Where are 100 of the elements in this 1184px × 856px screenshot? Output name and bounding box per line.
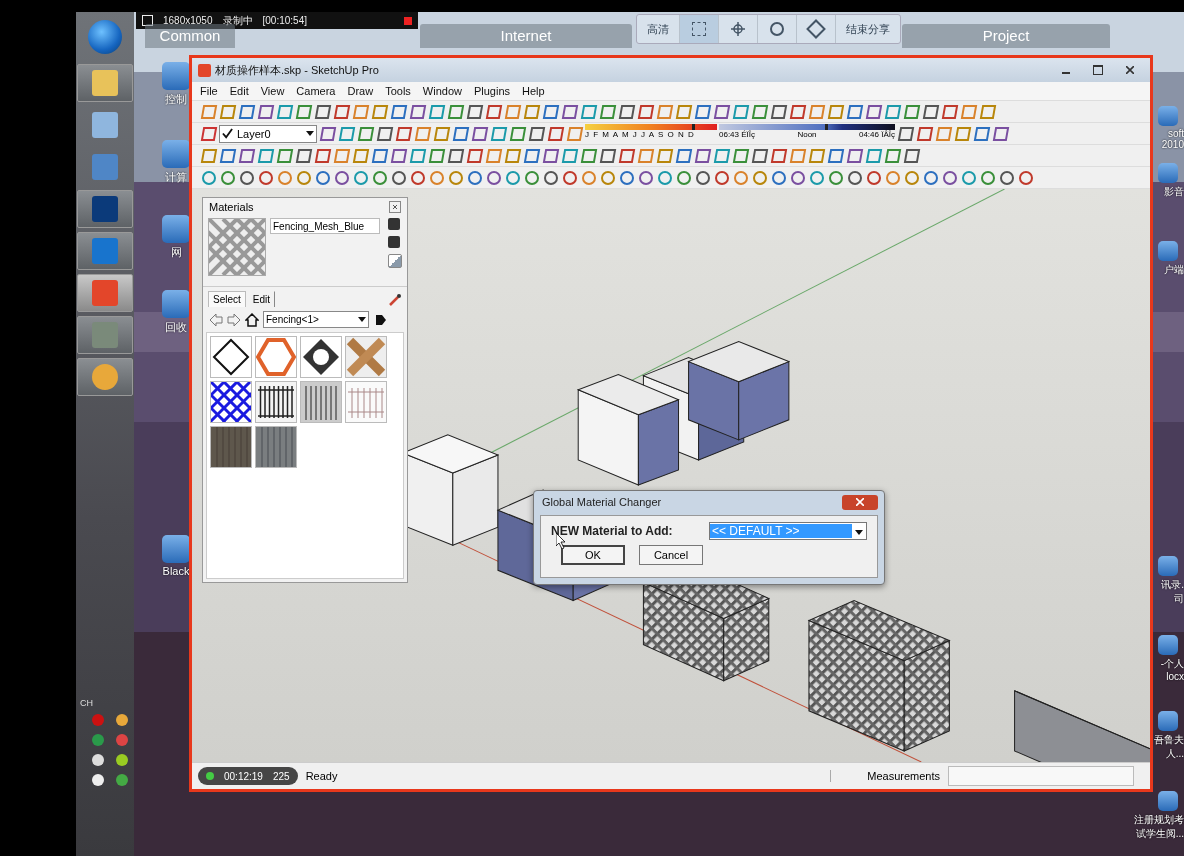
- menu-item[interactable]: Window: [422, 85, 462, 97]
- stop-icon[interactable]: [404, 16, 412, 25]
- tool-icon[interactable]: [447, 147, 464, 164]
- tool-icon[interactable]: [713, 169, 730, 186]
- tool-icon[interactable]: [466, 103, 483, 120]
- panel-tab[interactable]: Select: [208, 291, 246, 307]
- material-swatch[interactable]: [210, 381, 252, 423]
- desktop-icon-label[interactable]: 吾鲁夫: [1154, 733, 1184, 747]
- tool-icon[interactable]: [979, 103, 996, 120]
- menu-item[interactable]: Camera: [296, 85, 336, 97]
- tool-icon[interactable]: [466, 147, 483, 164]
- tool-icon[interactable]: [998, 169, 1015, 186]
- tool-icon[interactable]: [992, 125, 1009, 142]
- default-material-icon[interactable]: [388, 254, 402, 268]
- tool-icon[interactable]: [732, 103, 749, 120]
- language-indicator[interactable]: CH: [80, 698, 93, 708]
- dropdown-arrow-icon[interactable]: [855, 529, 863, 535]
- tool-icon[interactable]: [979, 169, 996, 186]
- material-name-field[interactable]: Fencing_Mesh_Blue: [270, 218, 380, 234]
- tool-icon[interactable]: [238, 169, 255, 186]
- desktop-icon-label[interactable]: 网: [170, 245, 182, 260]
- tool-icon[interactable]: [897, 125, 914, 142]
- tool-icon[interactable]: [827, 169, 844, 186]
- tool-icon[interactable]: [542, 169, 559, 186]
- tool-icon[interactable]: [409, 103, 426, 120]
- tool-icon[interactable]: [580, 103, 597, 120]
- tool-icon[interactable]: [257, 147, 274, 164]
- tool-icon[interactable]: [295, 169, 312, 186]
- tool-icon[interactable]: [219, 147, 236, 164]
- tool-icon[interactable]: [319, 125, 336, 142]
- tool-icon[interactable]: [219, 169, 236, 186]
- tool-icon[interactable]: [371, 103, 388, 120]
- menu-item[interactable]: Draw: [347, 85, 374, 97]
- tool-icon[interactable]: [618, 147, 635, 164]
- tool-icon[interactable]: [941, 169, 958, 186]
- tool-icon[interactable]: [523, 103, 540, 120]
- desktop-icon-label[interactable]: Black: [162, 565, 190, 577]
- eyedropper-icon[interactable]: [388, 293, 402, 307]
- menu-item[interactable]: Plugins: [473, 85, 511, 97]
- tool-icon[interactable]: [903, 103, 920, 120]
- tool-icon[interactable]: [827, 147, 844, 164]
- tool-icon[interactable]: [314, 103, 331, 120]
- menu-item[interactable]: Tools: [385, 85, 411, 97]
- tool-icon[interactable]: [694, 103, 711, 120]
- tool-icon[interactable]: [656, 147, 673, 164]
- end-share-button[interactable]: 结束分享: [836, 15, 900, 43]
- tool-icon[interactable]: [357, 125, 374, 142]
- tool-icon[interactable]: [352, 169, 369, 186]
- tool-icon[interactable]: [504, 169, 521, 186]
- back-icon[interactable]: [209, 312, 223, 327]
- desktop-icon[interactable]: [162, 535, 190, 563]
- details-icon[interactable]: [373, 312, 387, 327]
- material-swatch[interactable]: [255, 381, 297, 423]
- tool-icon[interactable]: [916, 125, 933, 142]
- tool-icon[interactable]: [770, 103, 787, 120]
- desktop-icon-label[interactable]: 回收: [165, 320, 187, 335]
- tool-icon[interactable]: [409, 147, 426, 164]
- tool-icon[interactable]: [409, 169, 426, 186]
- desktop-icon-label[interactable]: 户端: [1164, 263, 1184, 277]
- tool-icon[interactable]: [257, 103, 274, 120]
- tool-icon[interactable]: [713, 147, 730, 164]
- tool-icon[interactable]: [751, 103, 768, 120]
- close-icon[interactable]: [389, 201, 401, 213]
- tool-icon[interactable]: [547, 125, 564, 142]
- tool-icon[interactable]: [903, 147, 920, 164]
- tool-icon[interactable]: [333, 169, 350, 186]
- tool-icon[interactable]: [694, 147, 711, 164]
- desktop-icon[interactable]: [1158, 556, 1178, 576]
- tool-icon[interactable]: [485, 169, 502, 186]
- tool-icon[interactable]: [390, 169, 407, 186]
- desktop-icon[interactable]: [1158, 635, 1178, 655]
- material-swatch[interactable]: [255, 426, 297, 468]
- window-icon[interactable]: [142, 15, 153, 26]
- tool-icon[interactable]: [466, 169, 483, 186]
- desktop-icon-label[interactable]: 试学生阅...: [1135, 827, 1184, 841]
- layer-dropdown[interactable]: Layer0: [219, 124, 317, 143]
- desktop-icon[interactable]: [1158, 711, 1178, 731]
- tool-icon[interactable]: [960, 169, 977, 186]
- panel-tab[interactable]: Edit: [247, 291, 276, 307]
- tool-icon[interactable]: [485, 103, 502, 120]
- material-swatch[interactable]: [210, 336, 252, 378]
- tool-icon[interactable]: [789, 169, 806, 186]
- tool-icon[interactable]: [770, 147, 787, 164]
- material-swatch[interactable]: [210, 426, 252, 468]
- desktop-icon[interactable]: [1158, 791, 1178, 811]
- tool-icon[interactable]: [580, 147, 597, 164]
- tool-icon[interactable]: [694, 169, 711, 186]
- tool-icon[interactable]: [675, 147, 692, 164]
- tool-icon[interactable]: [200, 147, 217, 164]
- tool-icon[interactable]: [428, 147, 445, 164]
- menu-item[interactable]: File: [200, 85, 218, 97]
- tool-icon[interactable]: [295, 103, 312, 120]
- tool-icon[interactable]: [376, 125, 393, 142]
- desktop-icon[interactable]: [162, 215, 190, 243]
- desktop-icon-label[interactable]: 人...: [1165, 747, 1184, 761]
- tool-icon[interactable]: [846, 103, 863, 120]
- dropdown-arrow-icon[interactable]: [306, 131, 314, 136]
- tool-icon[interactable]: [371, 169, 388, 186]
- tool-icon[interactable]: [922, 103, 939, 120]
- desktop-icon[interactable]: [1158, 241, 1178, 261]
